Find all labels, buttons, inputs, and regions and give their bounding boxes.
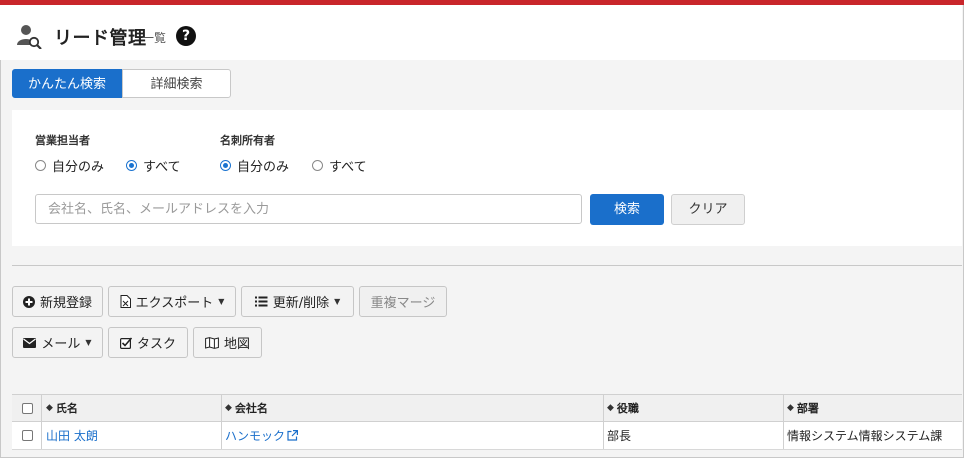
sort-icon: ◆ (787, 403, 794, 413)
map-icon (205, 336, 219, 349)
lead-title: 部長 (607, 429, 632, 443)
plus-circle-icon (22, 295, 35, 308)
lead-search-icon (17, 25, 42, 49)
column-divider (41, 395, 42, 421)
column-header-name[interactable]: ◆ 氏名 (46, 395, 78, 421)
checkbox-check-icon (119, 336, 132, 349)
column-divider (603, 395, 604, 421)
radio-icon (35, 160, 46, 171)
radio-icon (312, 160, 323, 171)
search-panel: 営業担当者 自分のみ すべて 名刺所有者 自分のみ すべて 検索 クリア (12, 110, 962, 246)
caret-down-icon: ▼ (85, 338, 92, 347)
card-owner-radio-all[interactable]: すべて (312, 156, 367, 175)
row-checkbox[interactable] (22, 430, 33, 441)
update-delete-button[interactable]: 更新/削除 ▼ (241, 286, 354, 317)
table-header: ◆ 氏名 ◆ 会社名 ◆ 役職 ◆ 部署 (12, 394, 962, 422)
column-header-department[interactable]: ◆ 部署 (787, 395, 819, 421)
select-all-checkbox[interactable] (22, 402, 33, 414)
company-link[interactable]: ハンモック (225, 422, 299, 449)
sales-owner-label: 営業担当者 (35, 134, 90, 147)
lead-name-link[interactable]: 山田 太朗 (46, 422, 98, 449)
column-divider (783, 422, 784, 449)
column-divider (221, 422, 222, 449)
sales-owner-radio-all[interactable]: すべて (126, 156, 181, 175)
card-owner-radio-mine[interactable]: 自分のみ (220, 156, 289, 175)
export-file-icon (120, 295, 131, 308)
sort-icon: ◆ (225, 403, 232, 413)
radio-selected-icon (126, 160, 137, 171)
sales-owner-radio-mine[interactable]: 自分のみ (35, 156, 104, 175)
radio-selected-icon (220, 160, 231, 171)
envelope-icon (23, 337, 37, 348)
card-owner-label: 名刺所有者 (220, 134, 275, 147)
page-title: リード管理 (54, 28, 147, 49)
sort-icon: ◆ (607, 403, 614, 413)
sort-icon: ◆ (46, 403, 53, 413)
column-divider (603, 422, 604, 449)
select-all-cell (22, 395, 33, 421)
row-select-cell (22, 422, 33, 449)
search-button[interactable]: 検索 (590, 194, 664, 225)
table-row: 山田 太朗 ハンモック 部長 情報システム情報システム課 (12, 422, 962, 450)
tab-advanced-search[interactable]: 詳細検索 (122, 69, 231, 98)
map-button[interactable]: 地図 (193, 327, 262, 358)
lead-department: 情報システム情報システム課 (787, 429, 943, 443)
column-header-company[interactable]: ◆ 会社名 (225, 395, 268, 421)
divider (12, 265, 962, 266)
column-header-title[interactable]: ◆ 役職 (607, 395, 639, 421)
task-button[interactable]: タスク (108, 327, 188, 358)
list-icon (254, 296, 268, 307)
column-divider (783, 395, 784, 421)
clear-button[interactable]: クリア (671, 194, 745, 225)
column-divider (221, 395, 222, 421)
column-divider (41, 422, 42, 449)
help-icon[interactable]: ? (176, 26, 196, 46)
external-link-icon (287, 430, 299, 441)
tab-simple-search[interactable]: かんたん検索 (12, 69, 122, 98)
merge-duplicates-button[interactable]: 重複マージ (359, 286, 447, 317)
caret-down-icon: ▼ (334, 297, 341, 306)
export-button[interactable]: エクスポート ▼ (108, 286, 236, 317)
new-lead-button[interactable]: 新規登録 (12, 286, 103, 317)
page-header: リード管理 一覧 ? (0, 5, 962, 60)
caret-down-icon: ▼ (218, 297, 225, 306)
search-input[interactable] (35, 194, 582, 224)
mail-button[interactable]: メール ▼ (12, 327, 103, 358)
page-subtitle: 一覧 (142, 31, 167, 45)
